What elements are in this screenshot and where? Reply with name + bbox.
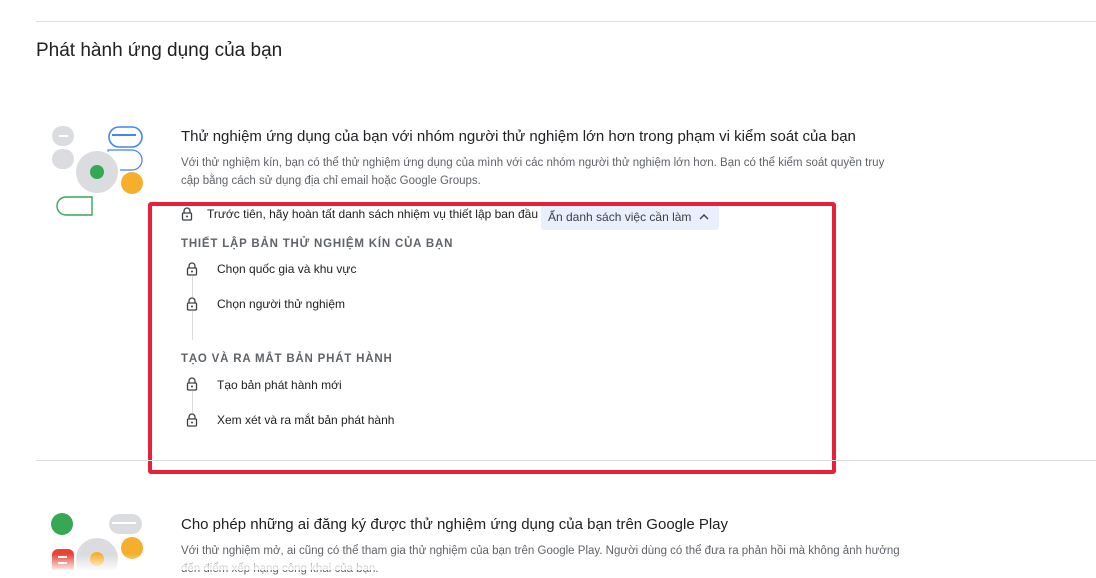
page-title: Phát hành ứng dụng của bạn: [36, 40, 283, 61]
section-divider: [36, 460, 1096, 461]
closed-testing-illustration: [52, 126, 143, 216]
highlight-annotation: [148, 202, 836, 474]
top-divider: [36, 21, 1096, 22]
closed-testing-title: Thử nghiệm ứng dụng của bạn với nhóm ngư…: [181, 128, 856, 145]
open-testing-title: Cho phép những ai đăng ký được thử nghiệ…: [181, 516, 729, 533]
bottom-fade: [0, 554, 1096, 570]
closed-testing-description: Với thử nghiệm kín, bạn có thể thử nghiệ…: [181, 157, 885, 187]
